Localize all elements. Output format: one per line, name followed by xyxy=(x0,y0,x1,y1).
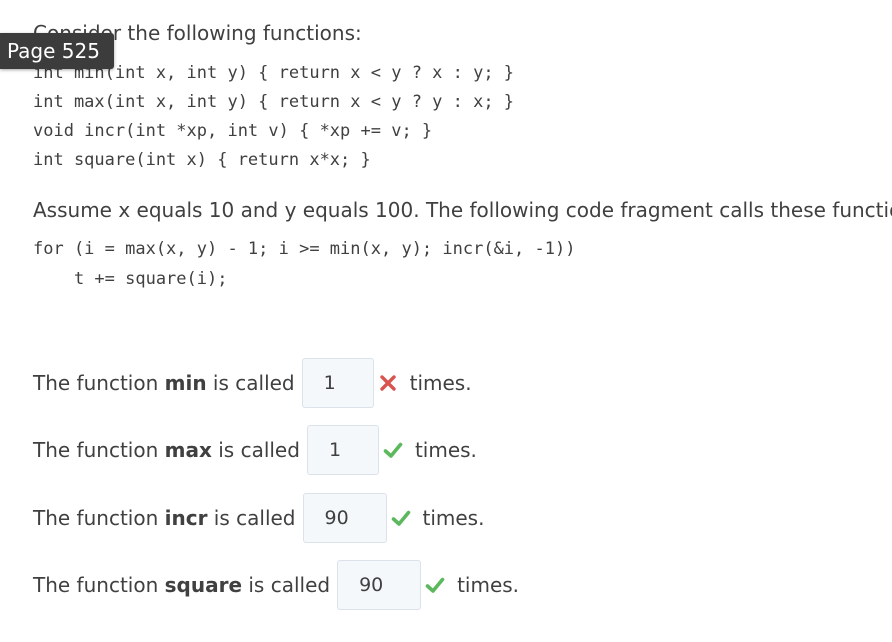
function-name: min xyxy=(164,371,207,395)
question-prefix: The function xyxy=(33,506,165,530)
code-line: void incr(int *xp, int v) { *xp += v; } xyxy=(33,121,433,141)
function-name: incr xyxy=(164,506,208,530)
question-suffix: is called xyxy=(207,506,296,530)
times-label: times. xyxy=(409,371,472,395)
question-prefix: The function xyxy=(33,371,165,395)
question-text: The function max is called xyxy=(33,438,300,462)
answer-input-max[interactable] xyxy=(306,425,379,475)
code-line: t += square(i); xyxy=(33,269,228,289)
times-label: times. xyxy=(457,573,520,597)
question-suffix: is called xyxy=(206,371,295,395)
check-icon xyxy=(391,510,410,526)
code-line: int max(int x, int y) { return x < y ? y… xyxy=(33,92,515,112)
incorrect-icon xyxy=(379,375,396,391)
question-text: The function incr is called xyxy=(33,506,296,530)
question-suffix: is called xyxy=(211,438,300,462)
answer-input-min[interactable] xyxy=(301,358,374,408)
question-square: The function square is called times. xyxy=(33,559,519,611)
question-max: The function max is called times. xyxy=(33,424,477,476)
function-name: max xyxy=(164,438,212,462)
times-label: times. xyxy=(414,438,477,462)
page-badge: Page 525 xyxy=(0,33,114,69)
code-fragment: for (i = max(x, y) - 1; i >= min(x, y); … xyxy=(33,234,575,294)
question-text: The function min is called xyxy=(33,371,295,395)
function-definitions: int min(int x, int y) { return x < y ? x… xyxy=(33,59,514,175)
question-text: The function square is called xyxy=(33,573,330,597)
check-icon xyxy=(425,577,445,593)
code-line: for (i = max(x, y) - 1; i >= min(x, y); … xyxy=(33,239,576,259)
assumption-text: Assume x equals 10 and y equals 100. The… xyxy=(33,198,892,222)
check-icon xyxy=(383,442,403,458)
code-line: int square(int x) { return x*x; } xyxy=(33,150,371,170)
question-prefix: The function xyxy=(33,573,165,597)
answer-input-square[interactable] xyxy=(337,560,422,610)
question-min: The function min is called times. xyxy=(33,357,472,409)
question-suffix: is called xyxy=(242,573,331,597)
question-incr: The function incr is called times. xyxy=(33,492,484,544)
function-name: square xyxy=(164,573,243,597)
answer-input-incr[interactable] xyxy=(302,493,387,543)
times-label: times. xyxy=(422,506,485,530)
question-prefix: The function xyxy=(33,438,165,462)
